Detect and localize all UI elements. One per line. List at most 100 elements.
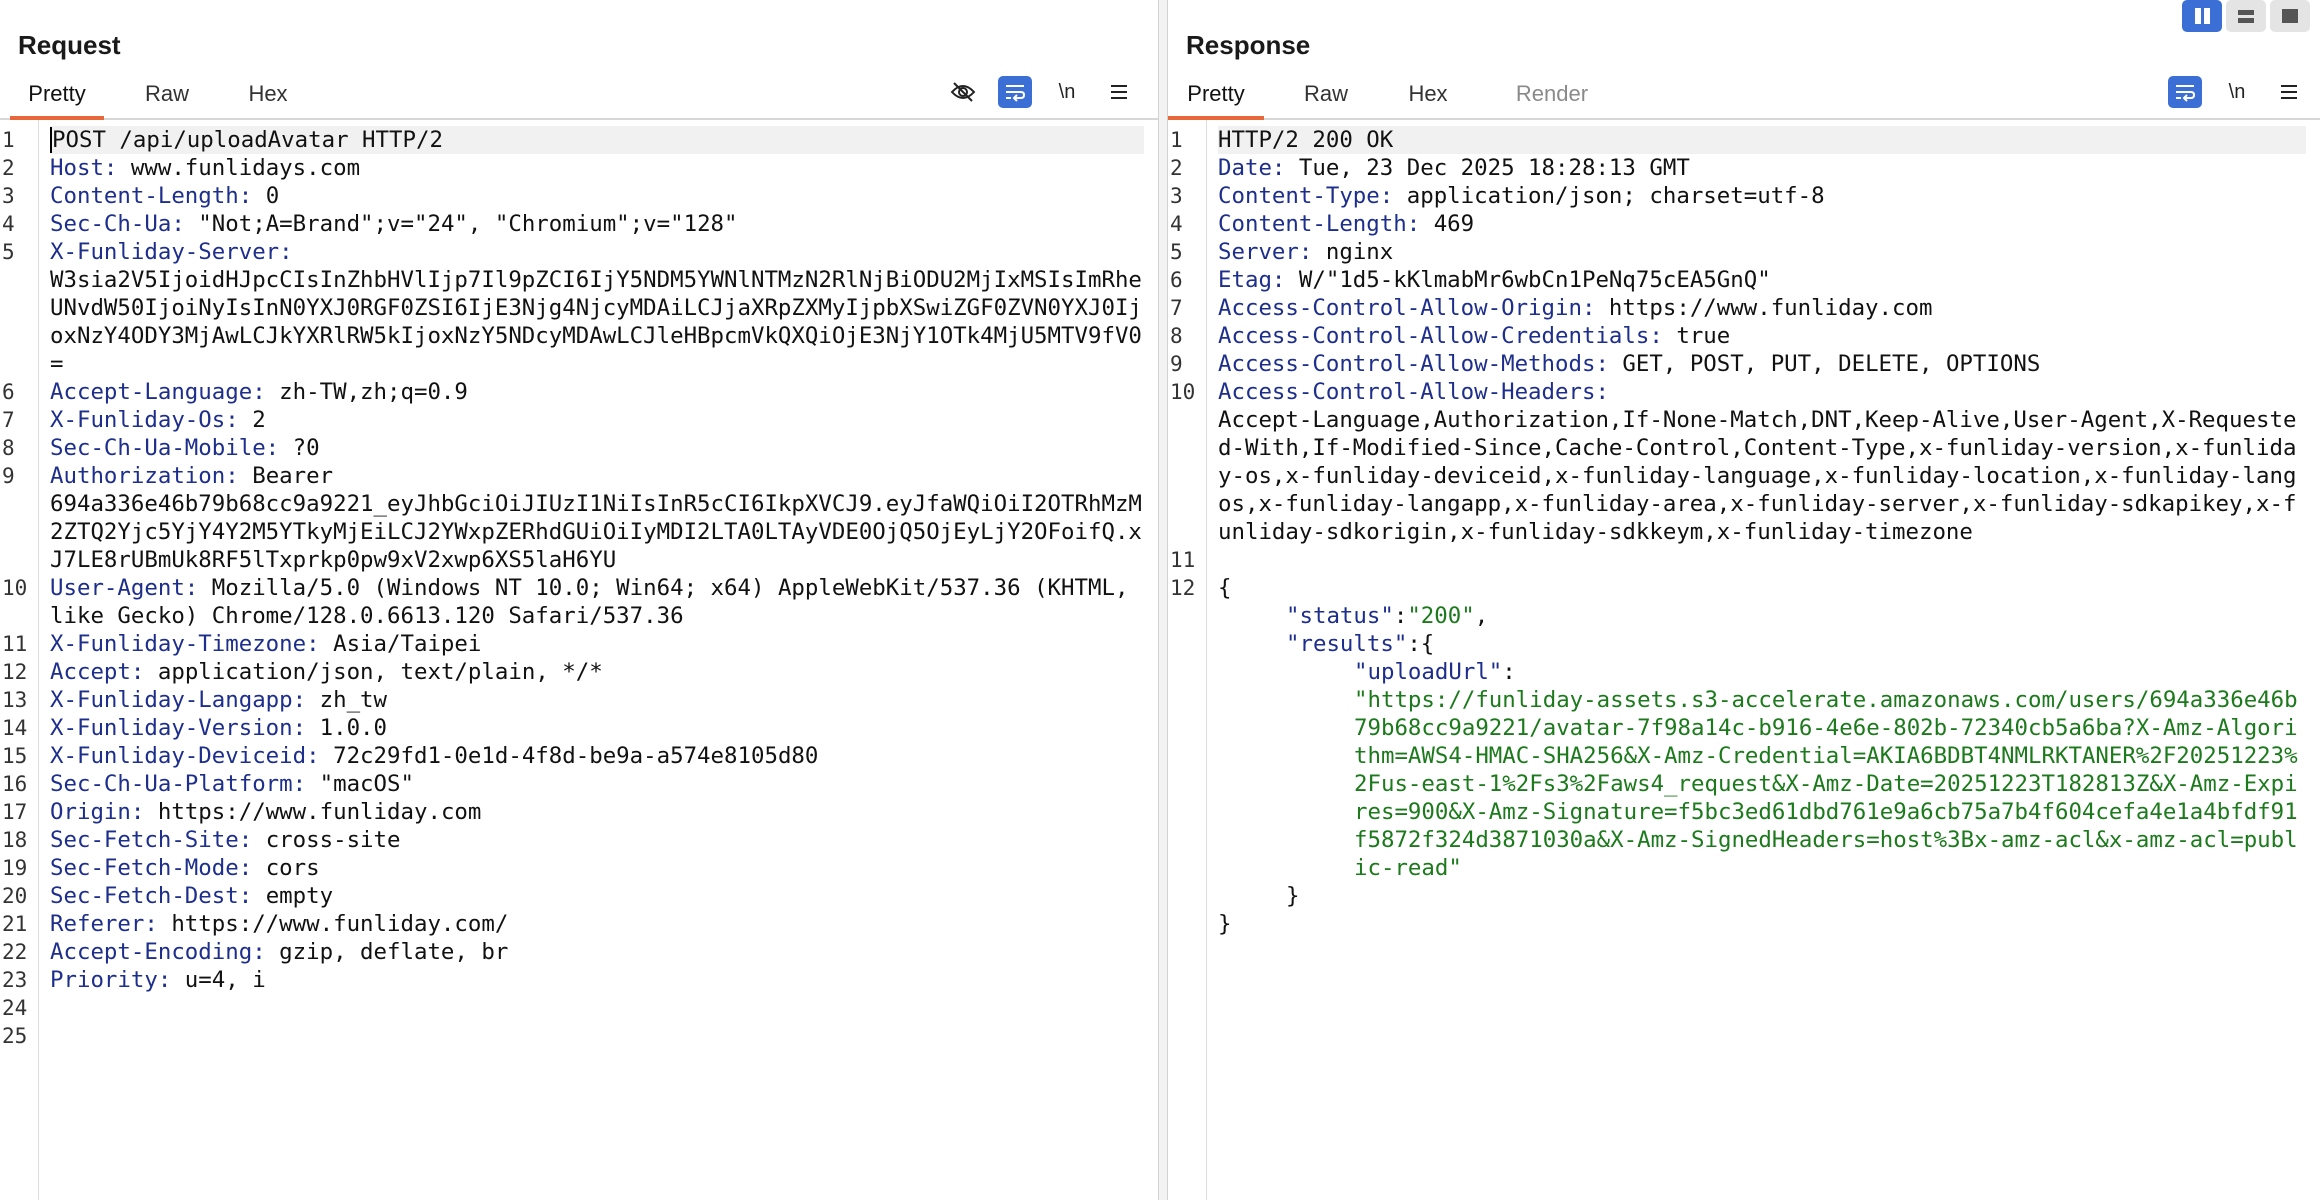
response-tabs: Pretty Raw Hex Render [1168,72,2320,120]
line-number: 8 [2,436,15,460]
header-value: 0 [252,183,280,209]
code-line: } [1286,883,1300,909]
code-line: 3 Content-Length: 0 [2,182,1144,210]
eye-slash-icon[interactable] [946,76,980,108]
header-name: Sec-Ch-Ua: [50,211,185,237]
line-number: 3 [1170,184,1183,208]
response-tab-hex[interactable]: Hex [1390,72,1466,116]
header-value: https://www.funliday.com [144,799,482,825]
line-number: 2 [2,156,15,180]
request-editor[interactable]: 1 POST /api/uploadAvatar HTTP/2 2 Host: www… [0,120,1158,1200]
header-name: Sec-Ch-Ua-Mobile: [50,435,280,461]
request-tab-hex[interactable]: Hex [230,72,306,116]
header-value: gzip, deflate, br [265,939,509,965]
header-value: cross-site [252,827,401,853]
menu-icon[interactable] [2272,76,2306,108]
code-line: 16 Sec-Ch-Ua-Platform: "macOS" [2,770,1144,798]
newline-toggle[interactable]: \n [1050,76,1084,108]
pane-divider[interactable] [1158,0,1168,1200]
line-number: 7 [1170,296,1183,320]
header-name: Date: [1218,155,1286,181]
header-value: 2 [238,407,266,433]
code-line: 22 Accept-Encoding: gzip, deflate, br [2,938,1144,966]
header-name: X-Funliday-Os: [50,407,239,433]
line-number: 10 [1170,380,1196,404]
response-tab-raw[interactable]: Raw [1290,72,1362,116]
header-value: Tue, 23 Dec 2025 18:28:13 GMT [1285,155,1690,181]
response-code[interactable]: 1 HTTP/2 200 OK 2 Date: Tue, 23 Dec 2025 18… [1170,126,2306,938]
code-line: 6 Etag: W/"1d5-kKlmabMr6wbCn1PeNq75cEA5Gn… [1170,266,2306,294]
header-value: W/"1d5-kKlmabMr6wbCn1PeNq75cEA5GnQ" [1285,267,1771,293]
code-line: 19 Sec-Fetch-Mode: cors [2,854,1144,882]
line-number: 24 [2,996,28,1020]
header-name: Host: [50,155,118,181]
header-name: X-Funliday-Langapp: [50,687,307,713]
code-line: 13 X-Funliday-Langapp: zh_tw [2,686,1144,714]
line-text: POST /api/uploadAvatar HTTP/2 [52,127,443,153]
code-line: } [1218,911,1232,937]
line-number: 22 [2,940,28,964]
header-value: 1.0.0 [306,715,388,741]
request-tab-raw[interactable]: Raw [130,72,204,116]
request-code[interactable]: 1 POST /api/uploadAvatar HTTP/2 2 Host: www… [2,126,1144,1050]
header-name: Priority: [50,967,172,993]
header-name: Accept: [50,659,145,685]
line-number: 19 [2,856,28,880]
line-number: 10 [2,576,28,600]
line-number: 4 [2,212,15,236]
header-name: Content-Type: [1218,183,1394,209]
code-line: 5 Server: nginx [1170,238,2306,266]
header-name: Sec-Fetch-Site: [50,827,253,853]
code-line: 1 POST /api/uploadAvatar HTTP/2 [2,126,1144,154]
layout-switch [2182,0,2310,32]
line-number: 6 [2,380,15,404]
header-name: Content-Length: [50,183,253,209]
code-line: 9 Access-Control-Allow-Methods: GET, POST… [1170,350,2306,378]
response-pane: Response Pretty Raw Hex Render \n 1 HTTP/… [1168,0,2320,1200]
response-tab-render[interactable]: Render [1500,72,1604,116]
menu-icon[interactable] [1102,76,1136,108]
code-line: 17 Origin: https://www.funliday.com [2,798,1144,826]
line-number: 14 [2,716,28,740]
line-number: 12 [2,660,28,684]
layout-single-icon[interactable] [2270,0,2310,32]
request-tabs: Pretty Raw Hex [0,72,1158,120]
code-line: "status":"200", [1286,603,1489,629]
line-number: 16 [2,772,28,796]
line-number: 17 [2,800,28,824]
code-line: 8 Access-Control-Allow-Credentials: true [1170,322,2306,350]
code-line: 10 Access-Control-Allow-Headers: Accept-L… [1170,378,2306,546]
wrap-icon[interactable] [2168,76,2202,108]
code-line: 4 Sec-Ch-Ua: "Not;A=Brand";v="24", "Chrom… [2,210,1144,238]
code-line: 23 Priority: u=4, i [2,966,1144,994]
line-number: 3 [2,184,15,208]
line-number: 20 [2,884,28,908]
code-line: 7 X-Funliday-Os: 2 [2,406,1144,434]
code-line: 21 Referer: https://www.funliday.com/ [2,910,1144,938]
header-value: W3sia2V5IjoidHJpcCIsInZhbHVlIjp7Il9pZCI6… [50,267,1142,377]
line-number: 9 [2,464,15,488]
code-line: 1 HTTP/2 200 OK [1170,126,2306,154]
code-line: 24 [2,994,1144,1022]
layout-stacked-icon[interactable] [2226,0,2266,32]
wrap-icon[interactable] [998,76,1032,108]
upload-url-value: "https://funliday-assets.s3-accelerate.a… [1354,687,2298,881]
header-name: Accept-Encoding: [50,939,266,965]
code-line: 11 [1170,546,2306,574]
header-name: User-Agent: [50,575,199,601]
header-name: Access-Control-Allow-Credentials: [1218,323,1663,349]
header-value: "Not;A=Brand";v="24", "Chromium";v="128" [184,211,738,237]
response-editor[interactable]: 1 HTTP/2 200 OK 2 Date: Tue, 23 Dec 2025 18… [1168,120,2320,1200]
header-value: empty [252,883,334,909]
newline-toggle[interactable]: \n [2220,76,2254,108]
header-value: 469 [1420,211,1475,237]
header-value: application/json, text/plain, */* [144,659,603,685]
layout-side-by-side-icon[interactable] [2182,0,2222,32]
response-tab-pretty[interactable]: Pretty [1168,72,1264,120]
line-number: 21 [2,912,28,936]
request-pane: Request Pretty Raw Hex \n 1 POST /api/upl… [0,0,1158,1200]
code-line: 14 X-Funliday-Version: 1.0.0 [2,714,1144,742]
line-number: 1 [2,128,15,152]
request-tab-pretty[interactable]: Pretty [10,72,104,120]
line-number: 5 [2,240,15,264]
